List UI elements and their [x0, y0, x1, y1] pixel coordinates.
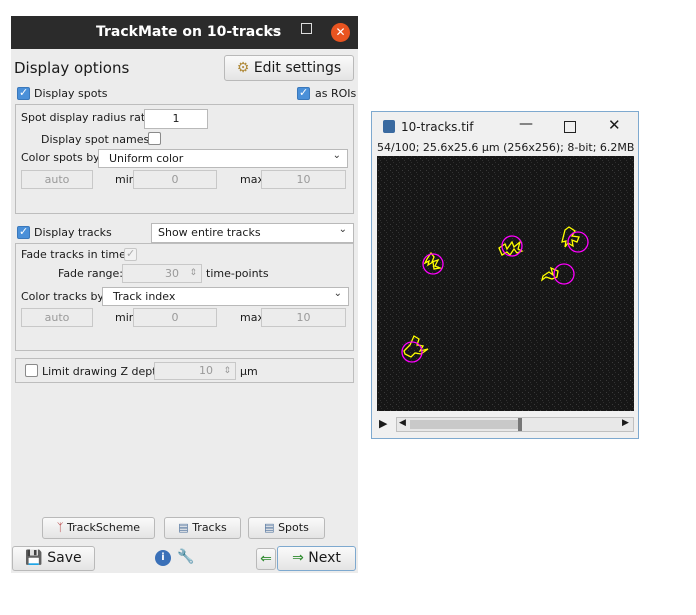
- window-title: TrackMate on 10-tracks: [96, 24, 282, 40]
- zdepth-checkbox[interactable]: [25, 364, 38, 377]
- section-title: Display options: [14, 59, 130, 77]
- next-label: Next: [308, 550, 341, 566]
- color-spots-dropdown[interactable]: Uniform color ⌄: [98, 149, 348, 168]
- frame-scrollbar[interactable]: ◀ ▶: [396, 417, 634, 432]
- display-spots-checkbox[interactable]: [17, 86, 30, 100]
- display-tracks-checkbox[interactable]: [17, 225, 30, 239]
- minimize-icon[interactable]: —: [267, 22, 281, 38]
- trackscheme-label: TrackScheme: [67, 521, 141, 534]
- display-spots-label: Display spots: [34, 87, 108, 100]
- color-tracks-label: Color tracks by:: [21, 290, 107, 303]
- save-label: Save: [47, 550, 82, 566]
- tree-icon: ᛉ: [56, 521, 64, 534]
- fade-unit-label: time-points: [206, 267, 269, 280]
- next-button[interactable]: ⇒ Next: [277, 546, 356, 571]
- image-canvas[interactable]: [377, 156, 634, 411]
- title-bar: TrackMate on 10-tracks — ✕: [11, 16, 358, 49]
- color-tracks-value: Track index: [113, 290, 176, 303]
- imagej-icon: [383, 120, 395, 133]
- color-spots-label: Color spots by:: [21, 151, 103, 164]
- edit-settings-button[interactable]: ⚙ Edit settings: [224, 55, 354, 81]
- display-names-label: Display spot names:: [41, 133, 153, 146]
- save-icon: 💾: [25, 550, 43, 566]
- zdepth-label: Limit drawing Z depth: [42, 365, 164, 378]
- close-icon[interactable]: ✕: [331, 23, 350, 42]
- fade-range-label: Fade range:: [58, 267, 123, 280]
- spots-min-input[interactable]: 0: [133, 170, 217, 189]
- tracks-min-input[interactable]: 0: [133, 308, 217, 327]
- tracks-label: Tracks: [192, 521, 227, 534]
- play-icon[interactable]: ▶: [379, 417, 387, 430]
- image-window: 10-tracks.tif — ✕ 54/100; 25.6x25.6 µm (…: [371, 111, 639, 439]
- fade-range-input[interactable]: 30 ⇕: [122, 264, 202, 283]
- zdepth-value: 10: [199, 364, 213, 377]
- zdepth-unit: µm: [240, 365, 258, 378]
- radius-ratio-input[interactable]: 1: [144, 109, 208, 129]
- chevron-down-icon: ⌄: [333, 288, 342, 299]
- minimize-icon[interactable]: —: [519, 116, 533, 132]
- tracks-panel: Fade tracks in time: Fade range: 30 ⇕ ti…: [15, 243, 354, 351]
- track-mode-value: Show entire tracks: [158, 226, 261, 239]
- scroll-right-icon[interactable]: ▶: [622, 418, 629, 428]
- arrow-left-icon: ⇐: [260, 551, 272, 567]
- tracks-table-button[interactable]: ▤ Tracks: [164, 517, 241, 539]
- spots-auto-button[interactable]: auto: [21, 170, 93, 189]
- scroll-thumb[interactable]: [518, 418, 522, 431]
- spots-panel: Spot display radius ratio: 1 Display spo…: [15, 104, 354, 214]
- fade-tracks-checkbox[interactable]: [124, 247, 137, 261]
- trackmate-window: TrackMate on 10-tracks — ✕ Display optio…: [11, 16, 358, 573]
- spots-label: Spots: [278, 521, 309, 534]
- image-info: 54/100; 25.6x25.6 µm (256x256); 8-bit; 6…: [377, 141, 635, 154]
- zdepth-input[interactable]: 10 ⇕: [154, 362, 236, 380]
- table-icon: ▤: [178, 521, 189, 534]
- save-button[interactable]: 💾 Save: [12, 546, 95, 571]
- arrow-right-icon: ⇒: [292, 550, 304, 566]
- image-window-title: 10-tracks.tif: [401, 120, 474, 134]
- spots-max-input[interactable]: 10: [261, 170, 346, 189]
- maximize-icon[interactable]: [301, 23, 312, 34]
- scroll-track-fill: [410, 420, 518, 429]
- trackscheme-button[interactable]: ᛉ TrackScheme: [42, 517, 155, 539]
- fade-tracks-label: Fade tracks in time:: [21, 248, 130, 261]
- color-spots-value: Uniform color: [109, 152, 184, 165]
- info-icon[interactable]: i: [155, 550, 171, 566]
- gear-icon: ⚙: [236, 60, 250, 76]
- previous-button[interactable]: ⇐: [256, 548, 276, 570]
- display-names-checkbox[interactable]: [148, 132, 161, 145]
- edit-settings-label: Edit settings: [253, 60, 342, 76]
- as-rois-label: as ROIs: [315, 87, 357, 100]
- tracks-overlay: [377, 156, 634, 411]
- spinner-icon: ⇕: [189, 268, 197, 278]
- scroll-left-icon[interactable]: ◀: [399, 418, 406, 428]
- tracks-auto-button[interactable]: auto: [21, 308, 93, 327]
- maximize-icon[interactable]: [564, 121, 576, 133]
- display-tracks-label: Display tracks: [34, 226, 112, 239]
- chevron-down-icon: ⌄: [332, 150, 341, 161]
- track-display-mode-dropdown[interactable]: Show entire tracks ⌄: [151, 223, 354, 243]
- fade-range-value: 30: [165, 267, 179, 280]
- zdepth-panel: Limit drawing Z depth 10 ⇕ µm: [15, 358, 354, 383]
- color-tracks-dropdown[interactable]: Track index ⌄: [102, 287, 349, 306]
- spinner-icon: ⇕: [223, 366, 231, 376]
- chevron-down-icon: ⌄: [338, 224, 347, 235]
- tracks-max-input[interactable]: 10: [261, 308, 346, 327]
- radius-ratio-label: Spot display radius ratio:: [21, 111, 159, 124]
- close-icon[interactable]: ✕: [608, 116, 621, 134]
- as-rois-checkbox[interactable]: [297, 86, 310, 100]
- table-icon: ▤: [264, 521, 275, 534]
- wrench-icon[interactable]: 🔧: [177, 549, 194, 565]
- spots-table-button[interactable]: ▤ Spots: [248, 517, 325, 539]
